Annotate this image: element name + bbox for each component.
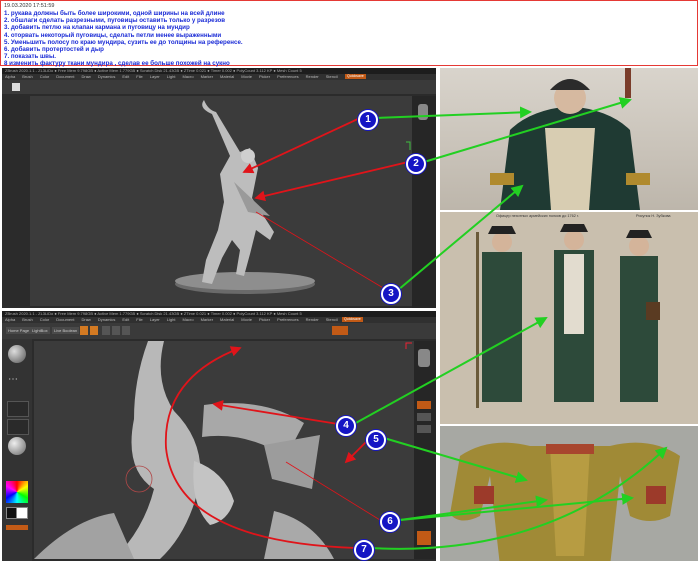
menu-item[interactable]: Material xyxy=(220,74,234,79)
zbrush-shelf: Home Page LightBox Live Boolean xyxy=(2,323,436,339)
orientation-head-icon[interactable] xyxy=(418,349,430,367)
illustration-caption-right: Рисунок Н. Зубкова xyxy=(636,214,671,218)
document-icon[interactable] xyxy=(12,83,20,91)
marker-5: 5 xyxy=(366,430,386,450)
persp-button[interactable] xyxy=(417,401,431,409)
menu-item[interactable]: Preferences xyxy=(277,317,299,322)
live-boolean-button[interactable]: Live Boolean xyxy=(52,327,80,334)
dynamesh-button[interactable] xyxy=(332,326,348,335)
notes-timestamp: 19.03.2020 17:51:59 xyxy=(4,3,55,9)
menu-item[interactable]: Dynamics xyxy=(98,74,116,79)
local-button[interactable] xyxy=(417,425,431,433)
menu-item[interactable]: Light xyxy=(167,317,176,322)
marker-3: 3 xyxy=(381,284,401,304)
menu-item[interactable]: Stencil xyxy=(326,317,338,322)
menu-item[interactable]: Draw xyxy=(81,74,90,79)
marker-1: 1 xyxy=(358,110,378,130)
photo-worn-coat xyxy=(450,442,680,561)
edit-button[interactable] xyxy=(80,326,88,335)
note-item: 2. обшлаги сделать разрезными, пуговицы … xyxy=(4,17,226,25)
texture-slot[interactable] xyxy=(7,419,29,435)
zbrush-left-toolbar: ⋯ xyxy=(2,339,32,561)
stroke-dots-icon[interactable]: ⋯ xyxy=(8,373,26,387)
menu-item[interactable]: Material xyxy=(220,317,234,322)
note-item: 4. оторвать некоторый пуговицы, сделать … xyxy=(4,31,222,39)
menu-item[interactable]: Marker xyxy=(201,317,213,322)
menu-item[interactable]: Marker xyxy=(201,74,213,79)
menu-item[interactable]: Movie xyxy=(241,74,252,79)
reference-illustration: Офицер пехотных армейских полков до 1762… xyxy=(440,212,698,424)
move-button[interactable] xyxy=(102,326,110,335)
zbrush-shelf xyxy=(2,80,436,94)
rotate-button[interactable] xyxy=(122,326,130,335)
menu-item[interactable]: Movie xyxy=(241,317,252,322)
orientation-head-icon[interactable] xyxy=(418,104,428,120)
menu-item[interactable]: Alpha xyxy=(5,317,15,322)
polyf-button[interactable] xyxy=(417,531,431,545)
note-item: 6. добавить протертостей и дыр xyxy=(4,46,104,54)
menu-item[interactable]: Document xyxy=(56,74,74,79)
marker-7: 7 xyxy=(354,540,374,560)
zbrush-canvas[interactable] xyxy=(34,341,414,559)
quicksave-button[interactable]: Quicksave xyxy=(345,74,366,79)
alpha-slot[interactable] xyxy=(7,401,29,417)
menu-item[interactable]: Color xyxy=(40,74,50,79)
menu-item[interactable]: Render xyxy=(306,74,319,79)
menu-item[interactable]: Stencil xyxy=(326,74,338,79)
menu-item[interactable]: File xyxy=(136,74,142,79)
menu-item[interactable]: Macro xyxy=(182,317,193,322)
photo-reenactor xyxy=(490,68,650,210)
floor-button[interactable] xyxy=(417,413,431,421)
menu-item[interactable]: Brush xyxy=(22,317,32,322)
menu-item[interactable]: Light xyxy=(167,74,176,79)
sculpt-closeup-bottom xyxy=(34,341,412,559)
marker-2: 2 xyxy=(406,154,426,174)
menu-item[interactable]: Macro xyxy=(182,74,193,79)
menu-item[interactable]: Picker xyxy=(259,317,270,322)
scale-button[interactable] xyxy=(112,326,120,335)
menu-item[interactable]: Document xyxy=(56,317,74,322)
menu-item[interactable]: Preferences xyxy=(277,74,299,79)
menu-item[interactable]: Layer xyxy=(150,317,160,322)
draw-button[interactable] xyxy=(90,326,98,335)
zbrush-window-top: ZBrush 2020.1.1 - ZL3LiDo ● Free Mem 9.7… xyxy=(2,68,436,308)
marker-6: 6 xyxy=(380,512,400,532)
menu-item[interactable]: Color xyxy=(40,317,50,322)
menu-item[interactable]: File xyxy=(136,317,142,322)
menu-item[interactable]: Dynamics xyxy=(98,317,116,322)
menu-item[interactable]: Edit xyxy=(122,74,129,79)
brush-sphere-icon[interactable] xyxy=(8,345,26,363)
home-page-button[interactable]: Home Page xyxy=(6,327,32,334)
notes-panel: 19.03.2020 17:51:59 1. рукава должны быт… xyxy=(0,0,698,68)
menu-item[interactable]: Render xyxy=(306,317,319,322)
quicksave-button[interactable]: Quicksave xyxy=(342,317,363,322)
zbrush-canvas[interactable] xyxy=(30,96,412,306)
reference-photo-uniform xyxy=(440,68,698,210)
material-sphere-icon[interactable] xyxy=(8,437,26,455)
menu-item[interactable]: Brush xyxy=(22,74,32,79)
lightbox-button[interactable]: LightBox xyxy=(30,327,50,334)
illustration-caption-left: Офицер пехотных армейских полков до 1762… xyxy=(496,214,579,218)
menu-item[interactable]: Picker xyxy=(259,74,270,79)
note-item: 8 изменить фактуру ткани мундира , сдела… xyxy=(4,60,230,68)
notes-list: 1. рукава должны быть более широкими, од… xyxy=(4,10,243,68)
zbrush-right-toolbar xyxy=(412,96,436,308)
note-item: 7. показать швы. xyxy=(4,53,56,61)
color-picker[interactable] xyxy=(6,481,28,503)
sculpt-figure-top xyxy=(175,100,411,294)
marker-4: 4 xyxy=(336,416,356,436)
menu-item[interactable]: Draw xyxy=(81,317,90,322)
illustration-soldiers xyxy=(476,224,660,408)
note-item: 5. Уменьшить полосу по краю мундира, суз… xyxy=(4,38,243,46)
secondary-color-swatch[interactable] xyxy=(16,507,28,519)
note-item: 1. рукава должны быть более широкими, од… xyxy=(4,10,225,17)
menu-item[interactable]: Edit xyxy=(122,317,129,322)
reference-photo-jacket xyxy=(440,426,698,561)
menu-item[interactable]: Alpha xyxy=(5,74,15,79)
zbrush-right-toolbar xyxy=(414,341,436,559)
switch-color-button[interactable] xyxy=(6,525,28,530)
menu-item[interactable]: Layer xyxy=(150,74,160,79)
note-item: 3. добавить петлю на клапан кармана и пу… xyxy=(4,24,190,32)
